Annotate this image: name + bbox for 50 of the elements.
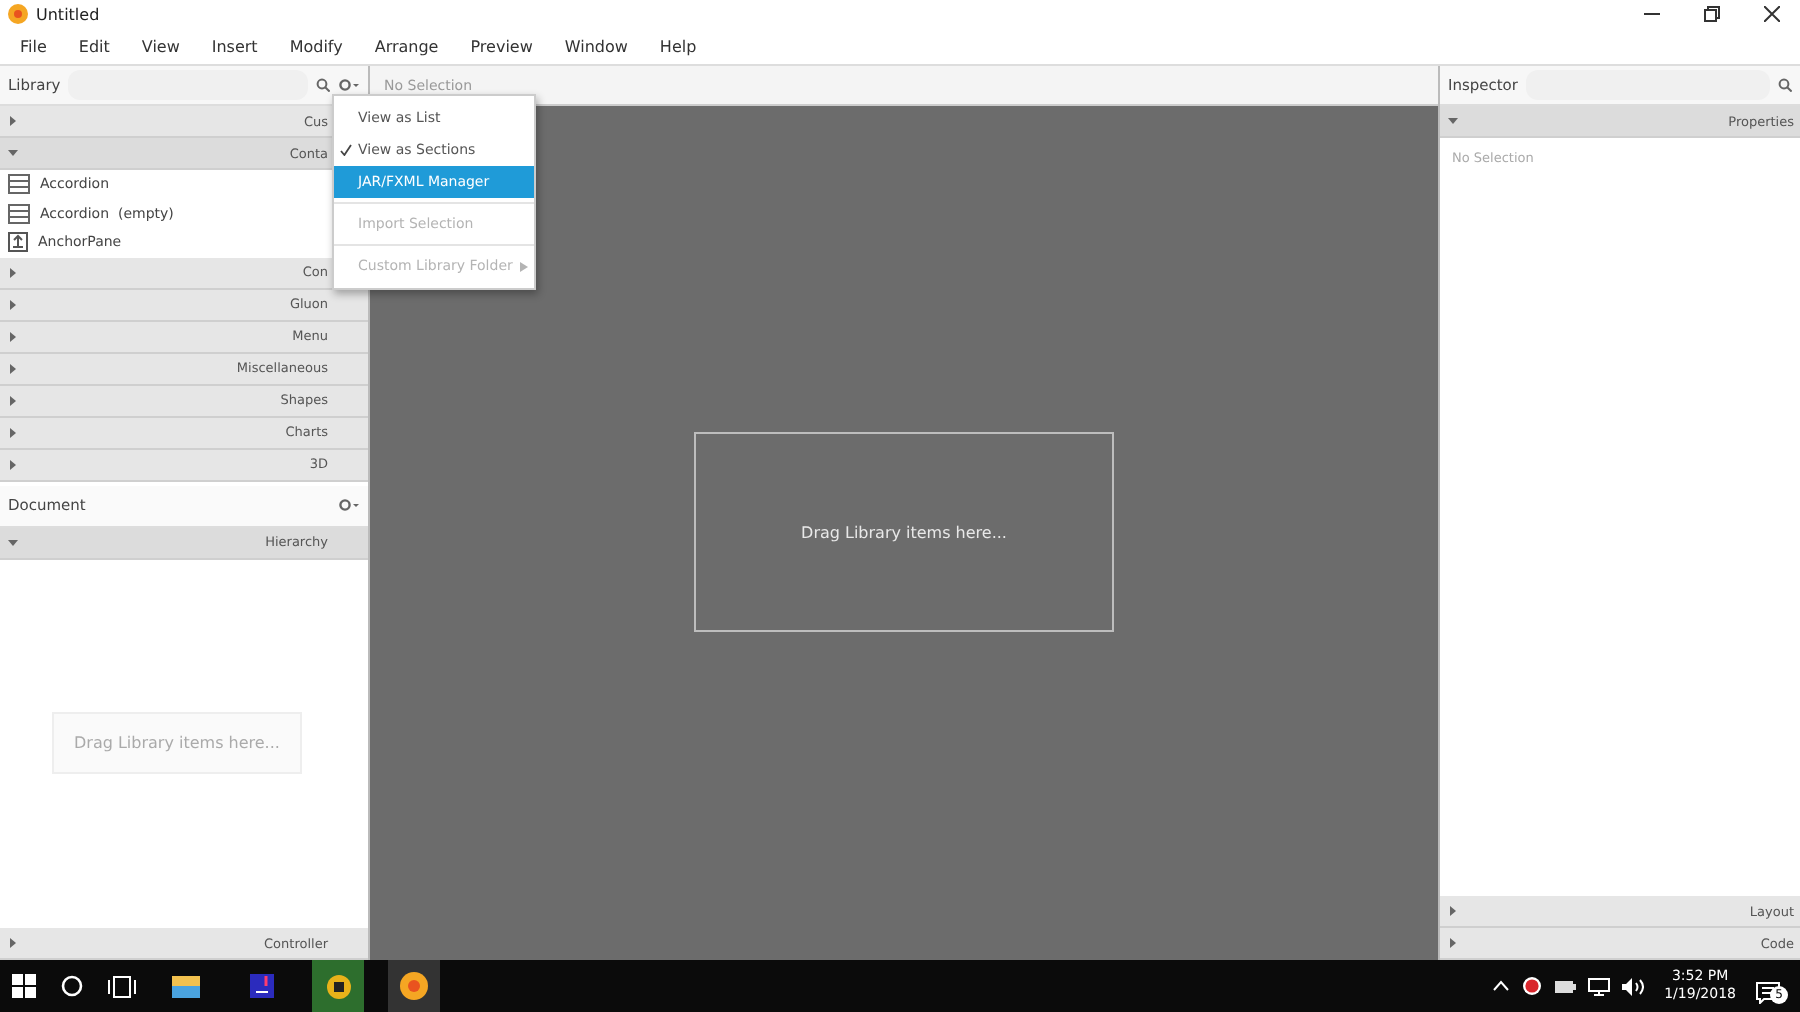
menu-item[interactable]: Preview bbox=[454, 37, 549, 55]
collapsed-triangle-icon[interactable] bbox=[8, 299, 18, 309]
menu-item[interactable]: Insert bbox=[195, 37, 274, 55]
expanded-triangle-icon[interactable] bbox=[8, 537, 18, 547]
menu-item[interactable]: File bbox=[4, 37, 63, 55]
collapsed-triangle-icon[interactable] bbox=[1448, 938, 1458, 948]
menu-item[interactable]: Help bbox=[643, 37, 713, 55]
collapsed-triangle-icon[interactable] bbox=[8, 363, 18, 373]
close-icon[interactable] bbox=[1764, 6, 1780, 22]
java-app-icon bbox=[325, 973, 351, 999]
app-logo-icon bbox=[8, 4, 28, 24]
drop-hint: Drag Library items here... bbox=[52, 712, 302, 775]
menu-item[interactable]: View bbox=[125, 37, 196, 55]
collapsed-triangle-icon[interactable] bbox=[8, 267, 18, 277]
collapsed-triangle-icon[interactable] bbox=[1448, 906, 1458, 916]
menu-item[interactable]: Modify bbox=[273, 37, 359, 55]
ide-app-icon bbox=[250, 974, 274, 998]
collapsed-triangle-icon[interactable] bbox=[8, 331, 18, 341]
taskbar-app[interactable] bbox=[388, 960, 440, 1012]
restore-icon[interactable] bbox=[1704, 6, 1720, 22]
window-title: Untitled bbox=[36, 5, 100, 23]
gear-dropdown-icon[interactable] bbox=[338, 498, 360, 512]
battery-icon[interactable] bbox=[1554, 978, 1577, 994]
checkmark-icon bbox=[340, 144, 352, 156]
chevron-up-icon[interactable] bbox=[1492, 980, 1511, 992]
menu-item[interactable]: Window bbox=[548, 37, 644, 55]
collapsed-triangle-icon[interactable] bbox=[8, 459, 18, 469]
notification-icon bbox=[1756, 981, 1780, 1003]
record-icon[interactable] bbox=[1522, 976, 1543, 996]
app-logo-icon bbox=[400, 972, 428, 1000]
folder-icon bbox=[172, 975, 200, 997]
network-icon[interactable] bbox=[1588, 977, 1611, 995]
list-rows-icon bbox=[8, 174, 30, 195]
submenu-arrow-icon bbox=[520, 261, 528, 271]
anchor-pane-icon bbox=[8, 232, 28, 253]
list-rows-icon bbox=[8, 203, 30, 224]
menu-item[interactable]: Arrange bbox=[358, 37, 455, 55]
collapsed-triangle-icon[interactable] bbox=[8, 116, 18, 126]
collapsed-triangle-icon[interactable] bbox=[8, 427, 18, 437]
volume-icon[interactable] bbox=[1622, 977, 1645, 995]
taskbar-app[interactable] bbox=[312, 960, 364, 1012]
expanded-triangle-icon[interactable] bbox=[1448, 116, 1458, 126]
collapsed-triangle-icon[interactable] bbox=[8, 395, 18, 405]
collapsed-triangle-icon[interactable] bbox=[8, 938, 18, 948]
menu-item[interactable]: Edit bbox=[62, 37, 126, 55]
expanded-triangle-icon[interactable] bbox=[8, 148, 18, 158]
windows-start-icon[interactable] bbox=[12, 974, 36, 998]
task-view-icon[interactable] bbox=[108, 975, 136, 997]
gear-dropdown-icon[interactable] bbox=[338, 78, 360, 92]
canvas-drop-area: Drag Library items here... bbox=[694, 432, 1114, 632]
